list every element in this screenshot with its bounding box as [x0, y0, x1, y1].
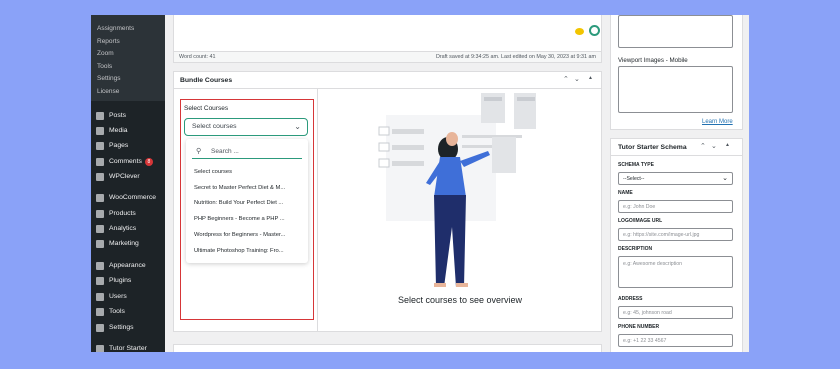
- pages-icon: [96, 141, 104, 150]
- sidebar-item-marketing[interactable]: Marketing: [91, 237, 165, 250]
- emoji-icon[interactable]: [575, 28, 584, 35]
- address-field[interactable]: e.g: 45, johnson road: [618, 306, 733, 319]
- viewport-mobile-label: Viewport Images - Mobile: [618, 57, 688, 64]
- viewport-desktop-field[interactable]: [618, 15, 733, 48]
- sidebar-item-woocommerce[interactable]: WooCommerce: [91, 191, 165, 204]
- marketing-icon: [96, 239, 104, 248]
- plugins-icon: [96, 276, 104, 285]
- sidebar-item-tutor-starter[interactable]: Tutor Starter: [91, 342, 165, 352]
- sidebar-item-pages[interactable]: Pages: [91, 139, 165, 152]
- app-window: Assignments Reports Zoom Tools Settings …: [91, 15, 749, 352]
- word-count: Word count: 41: [179, 54, 216, 60]
- schema-title: Tutor Starter Schema: [618, 144, 687, 151]
- schema-move-up-button[interactable]: ⌃: [700, 142, 706, 150]
- editor-statusbar: Word count: 41 Draft saved at 9:34:25 am…: [173, 51, 602, 63]
- analytics-icon: [96, 224, 104, 233]
- submenu-license[interactable]: License: [97, 88, 119, 95]
- comments-count-badge: 8: [144, 157, 153, 166]
- overview-illustration: [378, 93, 536, 287]
- schema-type-select[interactable]: --Select-- ⌄: [618, 172, 733, 185]
- sidebar-item-tools[interactable]: Tools: [91, 305, 165, 318]
- tutor-submenu: Assignments Reports Zoom Tools Settings …: [91, 15, 165, 101]
- sidebar-item-comments[interactable]: Comments 8: [91, 155, 165, 168]
- grammarly-icon[interactable]: [589, 25, 600, 36]
- schema-collapse-button[interactable]: ▲: [725, 142, 730, 148]
- sidebar-item-settings[interactable]: Settings: [91, 321, 165, 334]
- description-field[interactable]: e.g: Awesome description: [618, 256, 733, 288]
- overview-text: Select courses to see overview: [398, 295, 523, 305]
- sidebar-item-appearance[interactable]: Appearance: [91, 259, 165, 272]
- submenu-settings[interactable]: Settings: [97, 75, 121, 82]
- name-field[interactable]: e.g: John Doe: [618, 200, 733, 213]
- name-label: NAME: [618, 190, 633, 196]
- users-icon: [96, 292, 104, 301]
- submenu-assignments[interactable]: Assignments: [97, 25, 134, 32]
- next-panel: [173, 344, 602, 352]
- submenu-reports[interactable]: Reports: [97, 38, 120, 45]
- chevron-down-icon: ⌄: [722, 175, 728, 182]
- wpclever-icon: [96, 172, 104, 181]
- sidebar-item-products[interactable]: Products: [91, 207, 165, 220]
- move-up-button[interactable]: ⌃: [563, 75, 569, 83]
- pin-icon: [96, 111, 104, 120]
- bundle-courses-title: Bundle Courses: [180, 77, 233, 84]
- woocommerce-icon: [96, 193, 104, 202]
- logo-url-field[interactable]: e.g: https://site.com/image-url.jpg: [618, 228, 733, 241]
- phone-field[interactable]: e.g: +1 22 33 4567: [618, 334, 733, 347]
- tools-icon: [96, 307, 104, 316]
- appearance-icon: [96, 261, 104, 270]
- settings-icon: [96, 323, 104, 332]
- sidebar-item-wpclever[interactable]: WPClever: [91, 170, 165, 183]
- phone-label: PHONE NUMBER: [618, 324, 660, 330]
- products-icon: [96, 209, 104, 218]
- collapse-panel-button[interactable]: ▲: [588, 75, 593, 81]
- comments-icon: [96, 157, 104, 166]
- logo-label: LOGO/IMAGE URL: [618, 218, 663, 224]
- highlight-box: [180, 99, 314, 320]
- sidebar-item-analytics[interactable]: Analytics: [91, 222, 165, 235]
- tutor-icon: [96, 344, 104, 352]
- learn-more-link[interactable]: Learn More: [702, 119, 733, 125]
- viewport-mobile-field[interactable]: [618, 66, 733, 113]
- description-label: DESCRIPTION: [618, 246, 653, 252]
- sidebar-item-media[interactable]: Media: [91, 124, 165, 137]
- submenu-zoom[interactable]: Zoom: [97, 50, 114, 57]
- media-icon: [96, 126, 104, 135]
- sidebar-item-posts[interactable]: Posts: [91, 109, 165, 122]
- address-label: ADDRESS: [618, 296, 643, 302]
- sidebar-item-users[interactable]: Users: [91, 290, 165, 303]
- admin-sidebar: Assignments Reports Zoom Tools Settings …: [91, 15, 165, 352]
- draft-status: Draft saved at 9:34:25 am. Last edited o…: [435, 54, 596, 60]
- schema-move-down-button[interactable]: ⌄: [711, 142, 717, 150]
- submenu-tools[interactable]: Tools: [97, 63, 112, 70]
- tutor-starter-schema-panel: [610, 138, 743, 352]
- sidebar-item-plugins[interactable]: Plugins: [91, 274, 165, 287]
- schema-type-label: SCHEMA TYPE: [618, 162, 654, 168]
- move-down-button[interactable]: ⌄: [574, 75, 580, 83]
